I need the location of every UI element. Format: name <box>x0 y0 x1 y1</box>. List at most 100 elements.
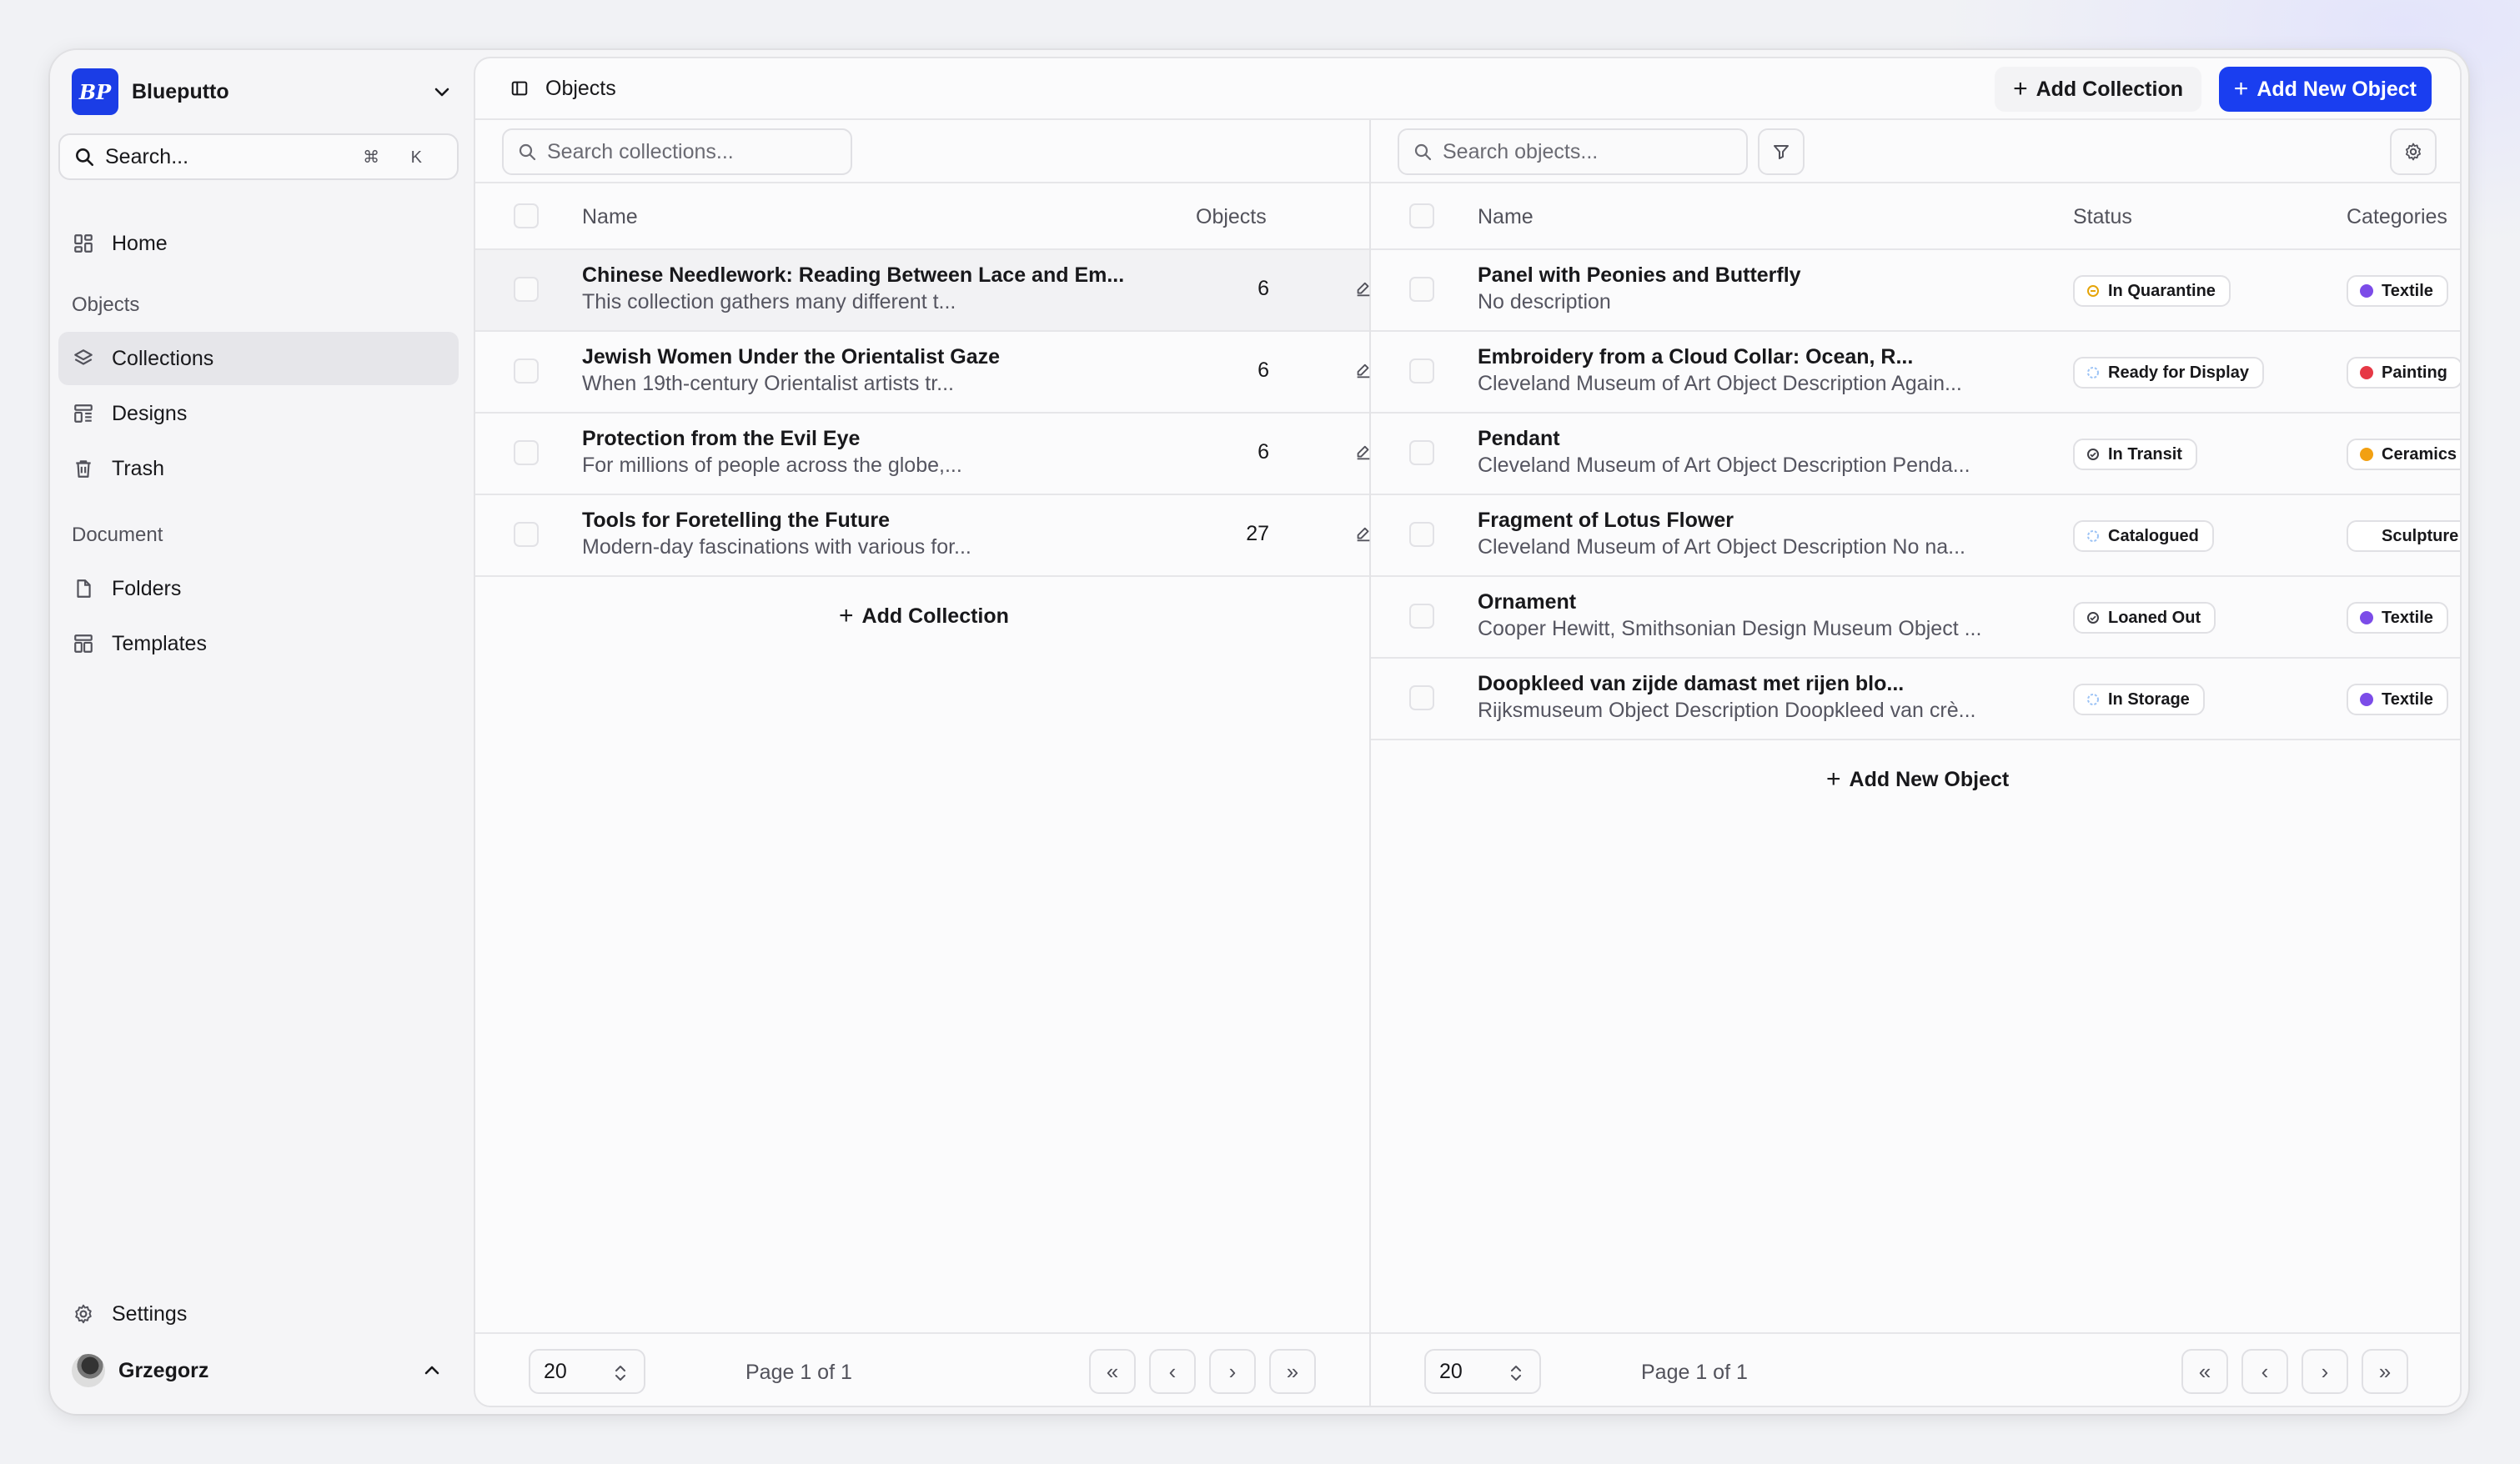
page-size-select[interactable]: 20 <box>1424 1349 1541 1394</box>
edit-icon[interactable] <box>1354 525 1373 544</box>
sidebar-toggle-icon[interactable] <box>510 79 529 98</box>
table-row[interactable]: Fragment of Lotus Flower Cleveland Museu… <box>1371 495 2460 577</box>
collection-name: Tools for Foretelling the Future <box>582 509 890 532</box>
table-row[interactable]: Chinese Needlework: Reading Between Lace… <box>475 250 1370 332</box>
template-icon <box>72 632 95 655</box>
sidebar-item-templates[interactable]: Templates <box>58 617 459 670</box>
column-header-categories[interactable]: Categories <box>2347 205 2447 229</box>
collections-search-input[interactable] <box>547 139 831 164</box>
row-checkbox[interactable] <box>1409 604 1434 629</box>
collection-name: Chinese Needlework: Reading Between Lace… <box>582 263 1125 287</box>
table-row[interactable]: Jewish Women Under the Orientalist Gaze … <box>475 332 1370 414</box>
sidebar-item-label: Trash <box>112 456 164 480</box>
last-page-button[interactable]: » <box>1269 1349 1316 1394</box>
row-checkbox[interactable] <box>514 522 539 547</box>
category-dot-icon <box>2360 366 2373 379</box>
user-menu[interactable]: Grzegorz <box>72 1347 459 1394</box>
sidebar-item-folders[interactable]: Folders <box>58 562 459 615</box>
select-all-checkbox[interactable] <box>1409 203 1434 228</box>
collection-object-count: 6 <box>1257 440 1269 464</box>
view-settings-button[interactable] <box>2390 128 2437 175</box>
category-label: Textile <box>2382 608 2433 627</box>
user-name: Grzegorz <box>118 1358 209 1382</box>
global-search-label: Search... <box>105 144 189 168</box>
next-page-button[interactable]: › <box>2302 1349 2348 1394</box>
sidebar-item-settings[interactable]: Settings <box>58 1287 459 1341</box>
column-header-name[interactable]: Name <box>1478 205 1534 229</box>
filter-button[interactable] <box>1758 128 1805 175</box>
row-checkbox[interactable] <box>1409 440 1434 465</box>
collection-description: For millions of people across the globe,… <box>582 454 962 477</box>
add-collection-link[interactable]: + Add Collection <box>839 602 1009 630</box>
workspace-switcher[interactable]: BP Blueputto <box>72 62 467 122</box>
edit-icon[interactable] <box>1354 444 1373 462</box>
row-checkbox[interactable] <box>514 440 539 465</box>
collections-search[interactable] <box>502 128 852 175</box>
category-dot-icon <box>2360 611 2373 624</box>
app-window: BP Blueputto Search... ⌘ K Home Objects … <box>50 50 2468 1414</box>
add-collection-button[interactable]: + Add Collection <box>1995 67 2201 112</box>
objects-toolbar <box>1371 120 2460 183</box>
add-new-object-link[interactable]: + Add New Object <box>1826 765 2009 794</box>
row-checkbox[interactable] <box>514 358 539 384</box>
category-badge: Sculpture <box>2347 520 2460 552</box>
row-checkbox[interactable] <box>1409 277 1434 302</box>
category-dot-icon <box>2360 693 2373 706</box>
collection-name: Jewish Women Under the Orientalist Gaze <box>582 345 1001 369</box>
table-row[interactable]: Pendant Cleveland Museum of Art Object D… <box>1371 414 2460 495</box>
table-row[interactable]: Panel with Peonies and Butterfly No desc… <box>1371 250 2460 332</box>
sidebar-item-designs[interactable]: Designs <box>58 387 459 440</box>
sidebar-item-trash[interactable]: Trash <box>58 442 459 495</box>
collection-description: Modern-day fascinations with various for… <box>582 535 971 559</box>
previous-page-button[interactable]: ‹ <box>1149 1349 1196 1394</box>
row-checkbox[interactable] <box>1409 685 1434 710</box>
status-label: Loaned Out <box>2108 608 2201 627</box>
page-info: Page 1 of 1 <box>1641 1361 1748 1384</box>
table-row[interactable]: Ornament Cooper Hewitt, Smithsonian Desi… <box>1371 577 2460 659</box>
table-row[interactable]: Tools for Foretelling the Future Modern-… <box>475 495 1370 577</box>
collection-description: This collection gathers many different t… <box>582 290 956 313</box>
first-page-button[interactable]: « <box>2181 1349 2228 1394</box>
sidebar: BP Blueputto Search... ⌘ K Home Objects … <box>50 50 467 1414</box>
select-all-checkbox[interactable] <box>514 203 539 228</box>
add-new-object-button[interactable]: + Add New Object <box>2218 67 2432 112</box>
sidebar-item-collections[interactable]: Collections <box>58 332 459 385</box>
table-row[interactable]: Embroidery from a Cloud Collar: Ocean, R… <box>1371 332 2460 414</box>
object-name: Panel with Peonies and Butterfly <box>1478 263 1801 287</box>
edit-icon[interactable] <box>1354 280 1373 298</box>
column-header-objects[interactable]: Objects <box>1196 205 1267 229</box>
object-description: Cleveland Museum of Art Object Descripti… <box>1478 454 1970 477</box>
collection-object-count: 6 <box>1257 277 1269 300</box>
status-badge: Loaned Out <box>2073 602 2216 634</box>
last-page-button[interactable]: » <box>2362 1349 2408 1394</box>
quarantine-status-icon <box>2087 285 2099 297</box>
category-badge: Textile <box>2347 684 2448 715</box>
sidebar-item-label: Templates <box>112 631 207 655</box>
page-size-select[interactable]: 20 <box>529 1349 645 1394</box>
search-icon <box>519 143 536 161</box>
object-description: Cleveland Museum of Art Object Descripti… <box>1478 372 1962 395</box>
table-row[interactable]: Protection from the Evil Eye For million… <box>475 414 1370 495</box>
row-checkbox[interactable] <box>514 277 539 302</box>
objects-search-input[interactable] <box>1443 139 1726 164</box>
global-search[interactable]: Search... ⌘ K <box>58 133 459 180</box>
edit-icon[interactable] <box>1354 362 1373 380</box>
layout-icon <box>72 402 95 425</box>
collections-toolbar <box>475 120 1369 183</box>
sidebar-section-document: Document <box>72 524 163 546</box>
objects-search[interactable] <box>1398 128 1748 175</box>
first-page-button[interactable]: « <box>1089 1349 1136 1394</box>
column-header-name[interactable]: Name <box>582 205 638 229</box>
table-row[interactable]: Doopkleed van zijde damast met rijen blo… <box>1371 659 2460 740</box>
object-name: Doopkleed van zijde damast met rijen blo… <box>1478 672 1905 695</box>
row-checkbox[interactable] <box>1409 358 1434 384</box>
row-checkbox[interactable] <box>1409 522 1434 547</box>
sidebar-item-label: Home <box>112 231 168 255</box>
next-page-button[interactable]: › <box>1209 1349 1256 1394</box>
column-header-status[interactable]: Status <box>2073 205 2132 229</box>
sidebar-item-home[interactable]: Home <box>58 217 459 270</box>
add-new-object-label: Add New Object <box>2256 77 2417 101</box>
gear-icon <box>72 1302 95 1326</box>
previous-page-button[interactable]: ‹ <box>2241 1349 2288 1394</box>
search-icon <box>1414 143 1432 161</box>
